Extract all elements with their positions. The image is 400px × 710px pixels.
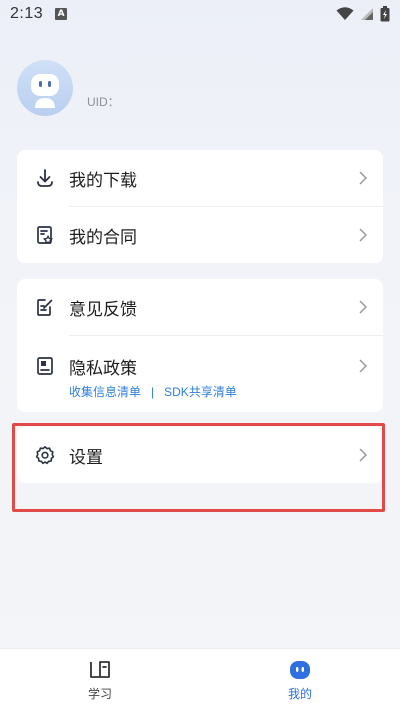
collection-list-link[interactable]: 收集信息清单 [69, 383, 141, 400]
battery-icon [380, 6, 390, 22]
chevron-right-icon [359, 171, 367, 185]
chevron-right-icon [359, 228, 367, 242]
bottom-nav: 学习 我的 [0, 648, 400, 710]
wifi-icon [336, 7, 354, 20]
menu-item-downloads-label: 我的下载 [69, 170, 137, 191]
tab-study[interactable]: 学习 [0, 649, 200, 710]
signal-icon [361, 8, 373, 20]
status-indicators [336, 6, 390, 22]
menu-item-contracts-label: 我的合同 [69, 227, 137, 248]
tab-mine-label: 我的 [287, 687, 312, 701]
privacy-sub-links: 收集信息清单 | SDK共享清单 [69, 383, 237, 400]
menu-item-feedback[interactable]: 意见反馈 [17, 279, 383, 335]
menu-item-privacy-label: 隐私政策 [69, 358, 137, 379]
sdk-list-link[interactable]: SDK共享清单 [164, 383, 237, 400]
download-icon [35, 168, 55, 188]
avatar[interactable] [17, 60, 73, 116]
robot-avatar-icon [31, 74, 59, 108]
status-time: 2:13 [10, 5, 44, 22]
menu-item-feedback-label: 意见反馈 [69, 299, 137, 320]
menu-item-downloads[interactable]: 我的下载 [17, 150, 383, 206]
privacy-document-icon [35, 356, 55, 376]
link-separator: | [151, 384, 155, 399]
status-bar: 2:13 A [0, 0, 400, 28]
menu-item-settings-label: 设置 [69, 447, 103, 468]
notification-a-icon: A [55, 8, 68, 20]
chevron-right-icon [359, 448, 367, 462]
menu-card-feedback-privacy: 意见反馈 隐私政策 收集信息清单 | SDK共享清单 [17, 279, 383, 412]
menu-item-contracts[interactable]: 我的合同 [17, 207, 383, 263]
tab-study-label: 学习 [87, 687, 112, 701]
menu-card-downloads-contracts: 我的下载 我的合同 [17, 150, 383, 263]
uid-label: UID： [87, 94, 120, 109]
contract-icon [35, 225, 55, 245]
menu-item-settings[interactable]: 设置 [17, 427, 383, 483]
gear-icon [35, 445, 55, 465]
tab-mine[interactable]: 我的 [200, 649, 400, 710]
mine-robot-icon [290, 661, 310, 679]
menu-card-settings: 设置 [17, 427, 383, 483]
edit-feedback-icon [35, 297, 55, 317]
chevron-right-icon [359, 359, 367, 373]
profile-section: UID： [17, 60, 120, 116]
study-book-icon [90, 661, 110, 678]
chevron-right-icon [359, 300, 367, 314]
